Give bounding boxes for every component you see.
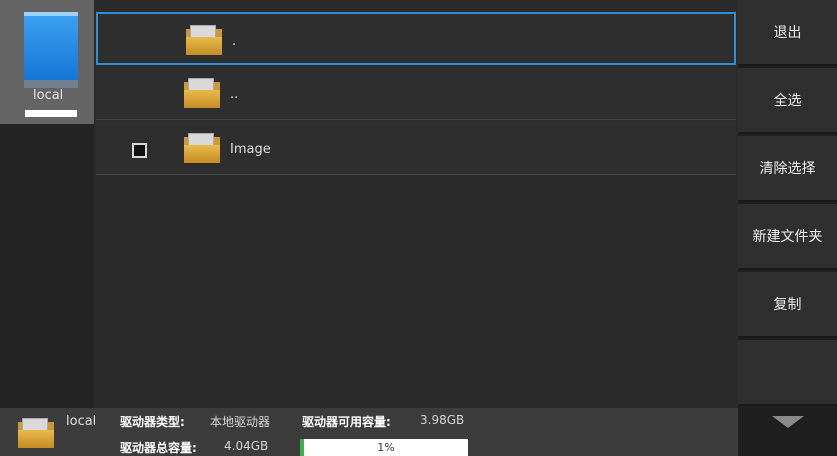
total-capacity-value: 4.04GB xyxy=(224,439,269,453)
action-panel: 退出 全选 清除选择 新建文件夹 复制 xyxy=(738,0,837,456)
total-capacity-label: 驱动器总容量: xyxy=(120,441,197,455)
row-checkbox[interactable] xyxy=(132,143,147,158)
clear-selection-button[interactable]: 清除选择 xyxy=(738,136,837,202)
folder-icon xyxy=(184,78,220,108)
new-folder-button[interactable]: 新建文件夹 xyxy=(738,204,837,270)
folder-icon xyxy=(186,25,222,55)
drive-label: local xyxy=(33,88,64,103)
file-name: Image xyxy=(230,142,271,157)
file-row-image[interactable]: Image xyxy=(96,122,736,175)
free-capacity-value: 3.98GB xyxy=(420,413,465,427)
drive-type-label: 驱动器类型: xyxy=(120,415,185,429)
select-all-button[interactable]: 全选 xyxy=(738,68,837,134)
capacity-usage-bar: 1% xyxy=(300,439,468,456)
file-name: . xyxy=(232,34,237,49)
drive-icon xyxy=(24,12,78,88)
drive-panel: local xyxy=(0,0,94,408)
file-name: .. xyxy=(230,87,239,102)
status-drive-name: local xyxy=(66,414,97,429)
file-list: . .. Image xyxy=(94,12,738,408)
drive-usage-bar xyxy=(25,110,77,117)
folder-icon xyxy=(18,418,54,450)
empty-action-button[interactable] xyxy=(738,340,837,406)
folder-icon xyxy=(184,133,220,163)
triangle-down-icon[interactable] xyxy=(772,416,804,428)
drive-item-local[interactable]: local xyxy=(0,0,94,124)
file-row-parent-dir[interactable]: .. xyxy=(96,67,736,120)
file-row-current-dir[interactable]: . xyxy=(96,12,736,65)
status-bar: local 驱动器类型: 本地驱动器 驱动器可用容量: 3.98GB 驱动器总容… xyxy=(0,408,738,456)
free-capacity-label: 驱动器可用容量: xyxy=(302,415,391,429)
drive-type-value: 本地驱动器 xyxy=(210,415,271,429)
copy-button[interactable]: 复制 xyxy=(738,272,837,338)
exit-button[interactable]: 退出 xyxy=(738,0,837,66)
